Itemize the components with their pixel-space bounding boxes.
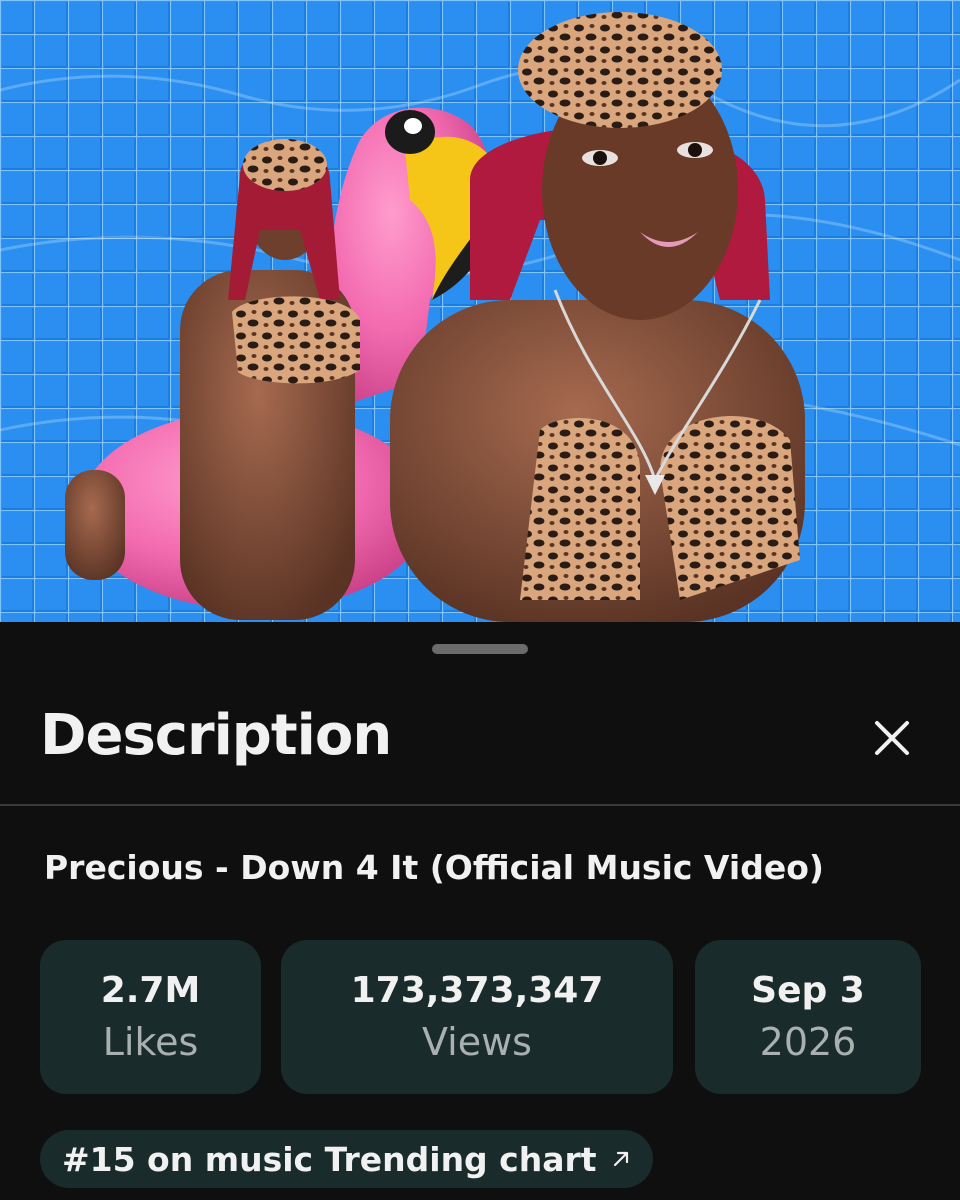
trending-chart-chip[interactable]: #15 on music Trending chart <box>40 1130 653 1188</box>
drag-handle[interactable] <box>432 644 528 654</box>
date-value: Sep 3 <box>751 970 865 1011</box>
likes-stat: 2.7M Likes <box>40 940 261 1094</box>
video-title: Precious - Down 4 It (Official Music Vid… <box>44 848 824 887</box>
video-frame-image <box>0 0 960 622</box>
close-button[interactable] <box>862 708 922 768</box>
likes-value: 2.7M <box>100 970 201 1011</box>
description-sheet: Description Precious - Down 4 It (Offici… <box>0 626 960 1200</box>
trending-chip-label: #15 on music Trending chart <box>62 1139 597 1179</box>
close-icon <box>875 721 909 755</box>
sheet-title: Description <box>40 703 392 768</box>
views-value: 173,373,347 <box>350 970 604 1011</box>
app-frame: Description Precious - Down 4 It (Offici… <box>0 0 960 1200</box>
arrow-up-right-icon <box>611 1149 631 1169</box>
views-stat: 173,373,347 Views <box>281 940 673 1094</box>
likes-label: Likes <box>102 1020 199 1064</box>
views-label: Views <box>422 1020 532 1064</box>
date-year: 2026 <box>759 1020 857 1064</box>
divider <box>0 804 960 806</box>
date-stat: Sep 3 2026 <box>695 940 921 1094</box>
video-player[interactable] <box>0 0 960 622</box>
